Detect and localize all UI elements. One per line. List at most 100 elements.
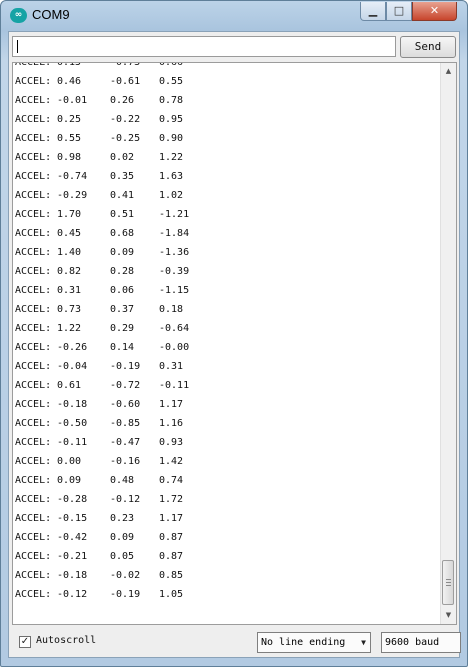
accel-value: -0.25 — [110, 133, 141, 144]
accel-value: 1.63 — [159, 171, 184, 182]
line-prefix: ACCEL: — [15, 171, 52, 182]
autoscroll-checkbox[interactable]: ✓ — [19, 636, 31, 648]
output-line: ACCEL: 0.15 -0.73 0.66 — [15, 62, 199, 72]
output-line: ACCEL: -0.18 -0.60 1.17 — [15, 395, 199, 414]
accel-value: -0.50 — [57, 418, 88, 429]
accel-value: -0.60 — [110, 399, 141, 410]
accel-value: 1.22 — [57, 323, 82, 334]
output-line: ACCEL: 0.73 0.37 0.18 — [15, 300, 199, 319]
footer-bar: ✓ Autoscroll No line ending ▼ 9600 baud — [9, 627, 461, 657]
line-ending-select[interactable]: No line ending ▼ — [257, 632, 371, 653]
autoscroll-label[interactable]: Autoscroll — [36, 635, 96, 646]
accel-value: 0.45 — [57, 228, 82, 239]
checkmark-icon: ✓ — [20, 636, 30, 647]
line-prefix: ACCEL: — [15, 228, 52, 239]
serial-output[interactable]: ACCEL: 0.15 -0.73 0.66 ACCEL: 0.46 -0.61 0.55 AC… — [12, 62, 457, 625]
line-prefix: ACCEL: — [15, 323, 52, 334]
accel-value: -0.42 — [57, 532, 88, 543]
accel-value: 0.05 — [110, 551, 135, 562]
accel-value: 0.02 — [110, 152, 135, 163]
accel-value: 1.42 — [159, 456, 184, 467]
output-line: ACCEL: -0.21 0.05 0.87 — [15, 547, 199, 566]
output-line: ACCEL: -0.04 -0.19 0.31 — [15, 357, 199, 376]
accel-value: 1.70 — [57, 209, 82, 220]
accel-value: -0.28 — [57, 494, 88, 505]
line-prefix: ACCEL: — [15, 513, 52, 524]
accel-value: 0.61 — [57, 380, 82, 391]
accel-value: -0.72 — [110, 380, 141, 391]
output-line: ACCEL: -0.29 0.41 1.02 — [15, 186, 199, 205]
output-line: ACCEL: -0.42 0.09 0.87 — [15, 528, 199, 547]
maximize-button[interactable]: □ — [386, 2, 412, 21]
send-input[interactable] — [12, 36, 396, 57]
output-line: ACCEL: -0.01 0.26 0.78 — [15, 91, 199, 110]
accel-value: -0.21 — [57, 551, 88, 562]
send-button[interactable]: Send — [400, 36, 456, 58]
thumb-grip — [446, 585, 451, 586]
line-prefix: ACCEL: — [15, 304, 52, 315]
accel-value: 0.66 — [159, 62, 184, 68]
output-line: ACCEL: -0.11 -0.47 0.93 — [15, 433, 199, 452]
output-line: ACCEL: -0.15 0.23 1.17 — [15, 509, 199, 528]
output-line: ACCEL: 0.31 0.06 -1.15 — [15, 281, 199, 300]
accel-value: -0.74 — [57, 171, 88, 182]
chevron-down-icon: ▼ — [361, 638, 366, 647]
output-line: ACCEL: 0.98 0.02 1.22 — [15, 148, 199, 167]
accel-value: 0.51 — [110, 209, 135, 220]
close-button[interactable]: ✕ — [412, 2, 457, 21]
accel-value: 0.28 — [110, 266, 135, 277]
accel-value: -0.64 — [159, 323, 190, 334]
accel-value: 0.37 — [110, 304, 135, 315]
accel-value: -0.73 — [110, 62, 141, 68]
accel-value: -0.15 — [57, 513, 88, 524]
accel-value: -0.85 — [110, 418, 141, 429]
accel-value: -0.18 — [57, 399, 88, 410]
accel-value: 0.46 — [57, 76, 82, 87]
accel-value: 0.85 — [159, 570, 184, 581]
accel-value: 0.87 — [159, 551, 184, 562]
accel-value: 0.74 — [159, 475, 184, 486]
line-prefix: ACCEL: — [15, 133, 52, 144]
output-line: ACCEL: 0.25 -0.22 0.95 — [15, 110, 199, 129]
minimize-button[interactable]: ▁ — [360, 2, 386, 21]
accel-value: -0.26 — [57, 342, 88, 353]
output-line: ACCEL: 1.22 0.29 -0.64 — [15, 319, 199, 338]
accel-value: 0.55 — [57, 133, 82, 144]
accel-value: 1.16 — [159, 418, 184, 429]
accel-value: 0.35 — [110, 171, 135, 182]
line-prefix: ACCEL: — [15, 247, 52, 258]
client-area: Send ACCEL: 0.15 -0.73 0.66 ACCEL: 0.46 -0.61 0… — [8, 31, 461, 658]
line-prefix: ACCEL: — [15, 266, 52, 277]
line-ending-value: No line ending — [261, 637, 346, 648]
accel-value: 0.78 — [159, 95, 184, 106]
line-prefix: ACCEL: — [15, 114, 52, 125]
accel-value: 0.09 — [110, 532, 135, 543]
accel-value: -1.36 — [159, 247, 190, 258]
line-prefix: ACCEL: — [15, 285, 52, 296]
accel-value: 0.06 — [110, 285, 135, 296]
serial-monitor-window: ∞ COM9 ▁ □ ✕ Send ACCEL: 0.15 -0.73 0.66 ACC… — [0, 0, 468, 667]
title-bar[interactable]: ∞ COM9 ▁ □ ✕ — [1, 1, 467, 31]
output-line: ACCEL: 0.55 -0.25 0.90 — [15, 129, 199, 148]
accel-value: 1.17 — [159, 399, 184, 410]
accel-value: -0.29 — [57, 190, 88, 201]
line-prefix: ACCEL: — [15, 475, 52, 486]
output-line: ACCEL: -0.18 -0.02 0.85 — [15, 566, 199, 585]
accel-value: 0.14 — [110, 342, 135, 353]
line-prefix: ACCEL: — [15, 437, 52, 448]
line-prefix: ACCEL: — [15, 361, 52, 372]
vertical-scrollbar[interactable]: ▲ ▼ — [440, 63, 456, 624]
accel-value: 0.18 — [159, 304, 184, 315]
baud-rate-select[interactable]: 9600 baud — [381, 632, 461, 653]
accel-value: 0.09 — [57, 475, 82, 486]
accel-value: 0.09 — [110, 247, 135, 258]
accel-value: 1.17 — [159, 513, 184, 524]
output-line: ACCEL: 0.00 -0.16 1.42 — [15, 452, 199, 471]
accel-value: 1.02 — [159, 190, 184, 201]
accel-value: -0.00 — [159, 342, 190, 353]
accel-value: 0.15 — [57, 62, 82, 68]
scroll-down-icon[interactable]: ▼ — [442, 608, 455, 622]
scrollbar-thumb[interactable] — [442, 560, 454, 605]
scroll-up-icon[interactable]: ▲ — [442, 64, 455, 78]
line-prefix: ACCEL: — [15, 152, 52, 163]
